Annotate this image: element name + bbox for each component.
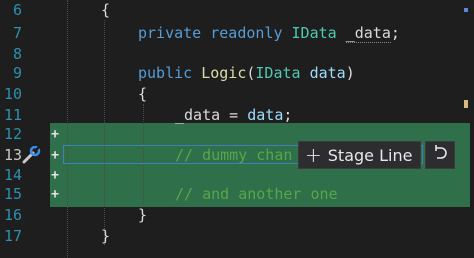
code-text: { <box>101 1 111 19</box>
added-line-marker: + <box>51 148 59 163</box>
revert-button[interactable] <box>425 141 456 169</box>
line-number: 13 <box>3 146 22 164</box>
added-line-marker: + <box>51 187 59 202</box>
line-number: 10 <box>3 85 22 103</box>
quick-actions-icon[interactable] <box>20 145 42 164</box>
line-number: 15 <box>3 185 22 203</box>
line-number: 11 <box>3 106 22 124</box>
line-number: 9 <box>12 64 22 82</box>
line-number: 8 <box>12 45 22 63</box>
code-line: 8 <box>0 44 474 65</box>
code-text: private readonly IData _data; <box>138 24 400 43</box>
added-line-marker: + <box>51 127 59 142</box>
code-text: } <box>138 206 148 224</box>
code-line: 15 + // and another one <box>0 184 474 205</box>
code-line: 10 { <box>0 84 474 105</box>
stage-line-button[interactable]: + Stage Line <box>298 141 422 169</box>
stage-line-label: Stage Line <box>327 145 413 165</box>
line-number: 6 <box>12 1 22 19</box>
added-line-marker: + <box>51 168 59 183</box>
code-line: 16 } <box>0 205 474 226</box>
code-line: 6 { <box>0 0 474 21</box>
code-line: 11 _data = data; <box>0 105 474 126</box>
code-line: 17 } <box>0 226 474 247</box>
plus-icon: + <box>305 143 322 167</box>
code-text: // and another one <box>175 185 338 203</box>
line-number: 7 <box>12 24 22 42</box>
line-number: 14 <box>3 166 22 184</box>
code-editor[interactable]: 6 { 7 private readonly IData _data; 8 9 … <box>0 0 474 258</box>
stage-popup: + Stage Line <box>298 140 456 170</box>
code-text: _data = data; <box>175 106 293 124</box>
code-text: { <box>138 85 148 103</box>
line-number: 16 <box>3 206 22 224</box>
code-text: public Logic(IData data) <box>138 64 355 82</box>
code-text: } <box>101 227 111 245</box>
line-number: 17 <box>3 227 22 245</box>
code-line: 9 public Logic(IData data) <box>0 63 474 84</box>
undo-icon <box>431 144 449 166</box>
line-number: 12 <box>3 125 22 143</box>
code-line: 7 private readonly IData _data; <box>0 23 474 44</box>
